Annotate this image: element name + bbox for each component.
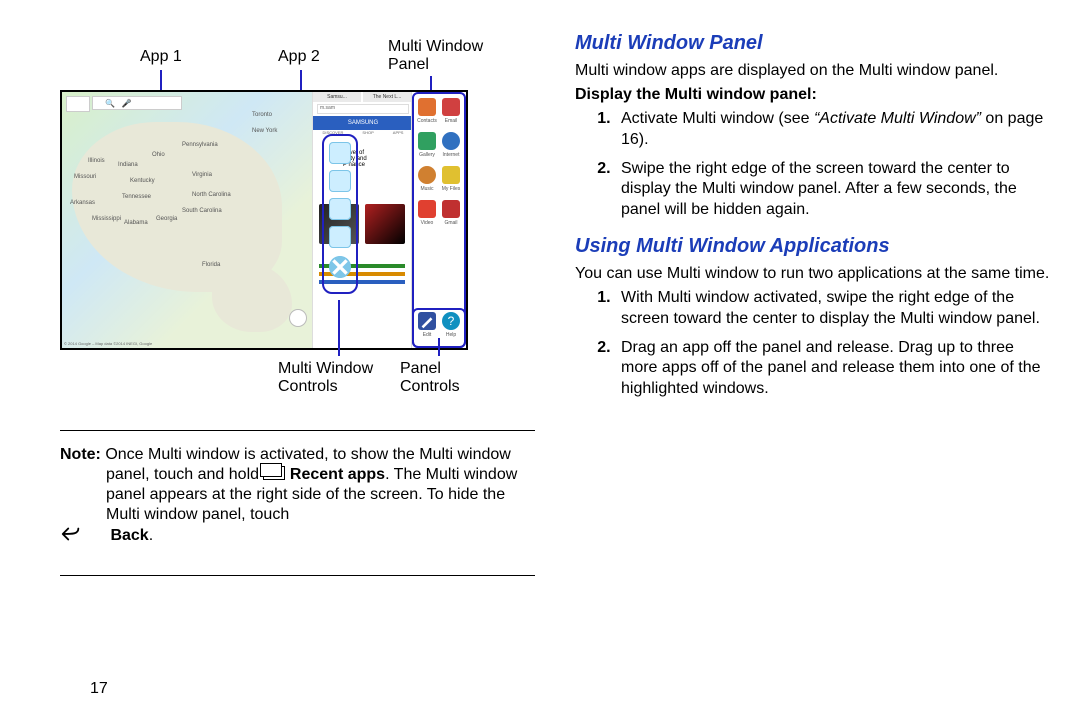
figure-top-labels: App 1 App 2 Multi Window Panel <box>60 30 535 90</box>
map-attribution: © 2014 Google – Map data ©2014 INEGI, Go… <box>64 341 152 346</box>
divider-top <box>60 430 535 431</box>
step-1: Activate Multi window (see “Activate Mul… <box>615 109 1050 151</box>
steps-using-mw: With Multi window activated, swipe the r… <box>575 288 1050 400</box>
divider-bottom <box>60 575 535 576</box>
using-step-2: Drag an app off the panel and release. D… <box>615 338 1050 400</box>
label-panel: Multi Window Panel <box>388 38 483 74</box>
figure-bottom-labels: Multi Window Controls Panel Controls <box>60 356 535 404</box>
label-app2: App 2 <box>278 48 320 66</box>
label-app1: App 1 <box>140 48 182 66</box>
label-mw-controls: Multi Window Controls <box>278 360 373 396</box>
compass-icon <box>290 310 306 326</box>
app-menu-icon <box>66 96 90 112</box>
using-step-1: With Multi window activated, swipe the r… <box>615 288 1050 330</box>
app2-pane: Samsu... The Next L... m.sam SAMSUNG DIS… <box>312 92 413 348</box>
left-column: App 1 App 2 Multi Window Panel 🔍 🎤 Penns… <box>60 30 535 700</box>
note-block: Note: Once Multi window is activated, to… <box>60 445 535 549</box>
steps-display-panel: Activate Multi window (see “Activate Mul… <box>575 109 1050 221</box>
figure: 🔍 🎤 Pennsylvania New York Toronto Ohio I… <box>60 90 535 350</box>
map-search-input: 🔍 🎤 <box>92 96 182 110</box>
page-number: 17 <box>90 680 108 698</box>
right-column: Multi Window Panel Multi window apps are… <box>575 30 1050 700</box>
heading-using-mw-apps: Using Multi Window Applications <box>575 235 1050 258</box>
paragraph-using-intro: You can use Multi window to run two appl… <box>575 264 1050 284</box>
paragraph-panel-intro: Multi window apps are displayed on the M… <box>575 61 1050 81</box>
subheading-display-panel: Display the Multi window panel: <box>575 85 1050 105</box>
step-2: Swipe the right edge of the screen towar… <box>615 159 1050 221</box>
app1-pane: 🔍 🎤 Pennsylvania New York Toronto Ohio I… <box>62 92 312 348</box>
label-panel-controls: Panel Controls <box>400 360 460 396</box>
recent-apps-icon <box>263 466 285 480</box>
heading-multi-window-panel: Multi Window Panel <box>575 32 1050 55</box>
note-label: Note: <box>60 446 101 463</box>
